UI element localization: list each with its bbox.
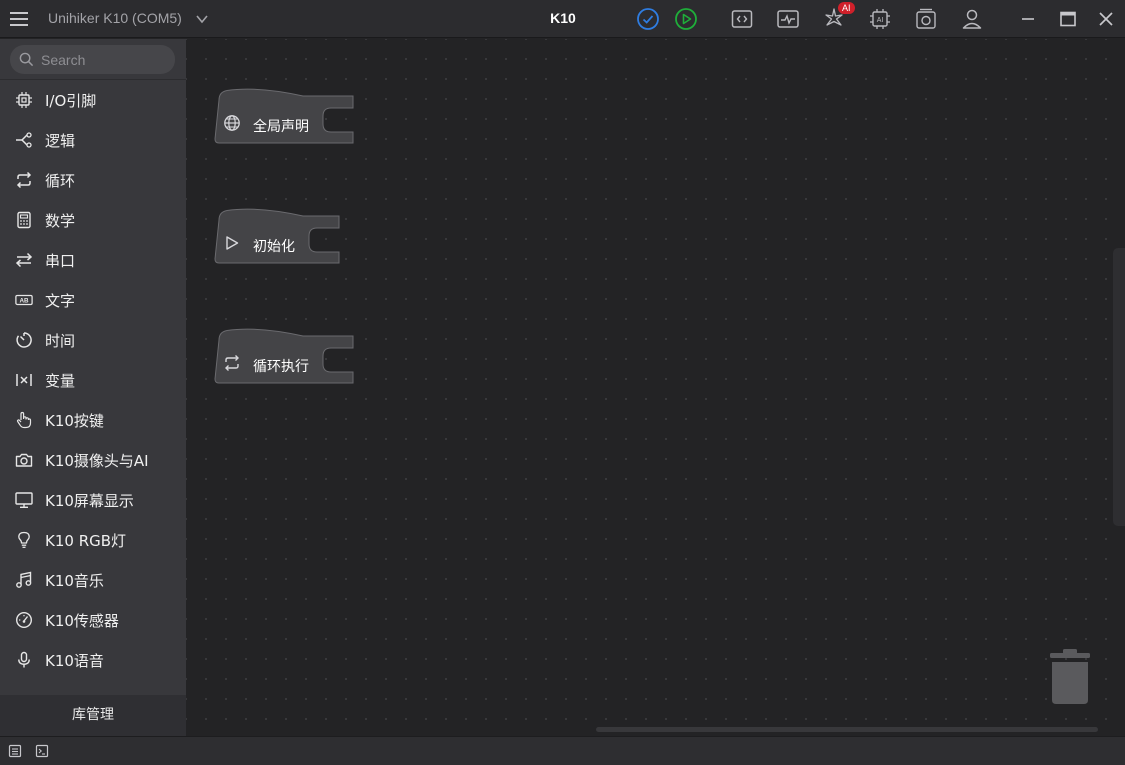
library-manager-button[interactable]: 库管理 [0, 695, 186, 736]
swap-arrows-icon [14, 250, 34, 270]
menu-icon[interactable] [10, 11, 28, 27]
setup-block[interactable]: 初始化 [213, 208, 342, 266]
check-circle-icon[interactable] [636, 7, 660, 31]
category-label: 数学 [45, 211, 76, 230]
category-label: 时间 [45, 331, 76, 350]
category-label: K10传感器 [45, 611, 119, 630]
variable-icon [14, 370, 34, 390]
minimize-icon[interactable] [1016, 7, 1040, 31]
serial-monitor-icon[interactable] [776, 7, 800, 31]
category-k10-sensors[interactable]: K10传感器 [0, 600, 186, 640]
category-serial[interactable]: 串口 [0, 240, 186, 280]
category-label: K10 RGB灯 [45, 531, 127, 550]
category-label: K10摄像头与AI [45, 451, 149, 470]
category-label: K10按键 [45, 411, 104, 430]
block-label: 初始化 [253, 239, 295, 255]
mic-icon [14, 650, 34, 670]
text-ab-icon: AB [14, 290, 34, 310]
block-label: 全局声明 [253, 119, 309, 135]
project-title: K10 [550, 10, 576, 26]
category-k10-music[interactable]: K10音乐 [0, 560, 186, 600]
chevron-down-icon[interactable] [195, 13, 209, 25]
maximize-icon[interactable] [1056, 7, 1080, 31]
category-io-pins[interactable]: I/O引脚 [0, 80, 186, 120]
user-icon[interactable] [960, 7, 984, 31]
music-icon [14, 570, 34, 590]
search-box[interactable] [10, 45, 175, 74]
ai-chip-icon[interactable]: AI [868, 7, 892, 31]
svg-text:AB: AB [19, 298, 29, 305]
svg-text:AI: AI [877, 17, 884, 24]
loop-icon [14, 170, 34, 190]
category-label: K10音乐 [45, 571, 104, 590]
title-bar: Unihiker K10 (COM5) K10 AI AI [0, 0, 1125, 38]
branch-icon [14, 130, 34, 150]
category-sidebar: I/O引脚 逻辑 循环 数学 串口 AB 文字 时间 变量 K10按键 K10摄… [0, 39, 186, 736]
category-k10-screen[interactable]: K10屏幕显示 [0, 480, 186, 520]
category-label: I/O引脚 [45, 91, 97, 110]
category-label: K10语音 [45, 651, 104, 670]
status-bar [0, 736, 1125, 765]
category-k10-rgb[interactable]: K10 RGB灯 [0, 520, 186, 560]
category-k10-camera-ai[interactable]: K10摄像头与AI [0, 440, 186, 480]
category-logic[interactable]: 逻辑 [0, 120, 186, 160]
gauge-icon [14, 610, 34, 630]
bulb-icon [14, 530, 34, 550]
loop-forever-block[interactable]: 循环执行 [213, 328, 356, 386]
timer-icon [14, 330, 34, 350]
loop-icon [225, 355, 239, 371]
category-label: 逻辑 [45, 131, 76, 150]
category-k10-buttons[interactable]: K10按键 [0, 400, 186, 440]
category-math[interactable]: 数学 [0, 200, 186, 240]
category-label: 串口 [45, 251, 76, 270]
code-icon[interactable] [730, 7, 754, 31]
globe-icon [224, 115, 240, 131]
play-circle-icon[interactable] [674, 7, 698, 31]
terminal-icon[interactable] [35, 744, 49, 758]
ai-badge: AI [838, 2, 855, 14]
device-selector[interactable]: Unihiker K10 (COM5) [48, 10, 182, 26]
category-label: 文字 [45, 291, 76, 310]
category-label: K10屏幕显示 [45, 491, 134, 510]
play-triangle-icon [226, 236, 239, 250]
category-text[interactable]: AB 文字 [0, 280, 186, 320]
search-input[interactable] [41, 49, 169, 71]
horizontal-scrollbar[interactable] [596, 727, 1098, 732]
category-k10-voice[interactable]: K10语音 [0, 640, 186, 680]
hand-pointer-icon [14, 410, 34, 430]
close-icon[interactable] [1094, 7, 1118, 31]
category-loop[interactable]: 循环 [0, 160, 186, 200]
camera-icon [14, 450, 34, 470]
category-label: 变量 [45, 371, 76, 390]
calculator-icon [14, 210, 34, 230]
camera-box-icon[interactable] [914, 7, 938, 31]
category-time[interactable]: 时间 [0, 320, 186, 360]
chip-icon [14, 90, 34, 110]
search-icon [19, 52, 34, 67]
block-label: 循环执行 [253, 359, 309, 375]
trash-icon[interactable] [1048, 648, 1092, 706]
category-variable[interactable]: 变量 [0, 360, 186, 400]
category-label: 循环 [45, 171, 76, 190]
list-icon[interactable] [8, 744, 22, 758]
monitor-icon [14, 490, 34, 510]
global-declaration-block[interactable]: 全局声明 [213, 88, 356, 146]
vertical-scrollbar[interactable] [1113, 248, 1125, 526]
